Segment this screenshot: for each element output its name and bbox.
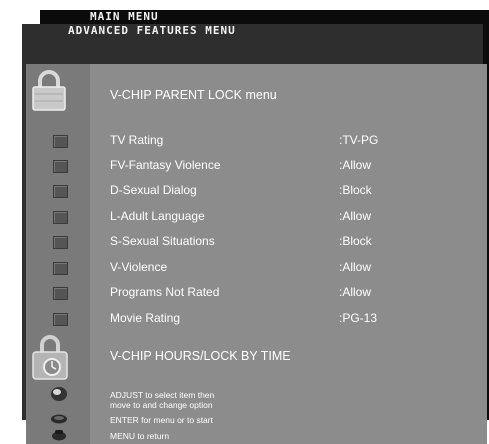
help-menu: MENU to return	[110, 431, 170, 441]
value-movie-rating[interactable]: :PG-13	[339, 311, 377, 325]
option-sexual-situations[interactable]: S-Sexual Situations	[110, 234, 215, 248]
advanced-features-title: ADVANCED FEATURES MENU	[68, 24, 236, 37]
value-tv-rating[interactable]: :TV-PG	[339, 133, 378, 147]
option-adult-language[interactable]: L-Adult Language	[110, 209, 205, 223]
help-enter: ENTER for menu or to start	[110, 415, 213, 425]
option-violence[interactable]: V-Violence	[110, 260, 167, 274]
row-bullet-icon	[53, 236, 68, 249]
option-movie-rating[interactable]: Movie Rating	[110, 311, 180, 325]
enter-button-icon	[51, 414, 67, 424]
value-sexual-situations[interactable]: :Block	[339, 234, 372, 248]
hours-lock-heading[interactable]: V-CHIP HOURS/LOCK BY TIME	[110, 349, 291, 363]
vchip-parent-lock-heading: V-CHIP PARENT LOCK menu	[110, 88, 277, 102]
value-sexual-dialog[interactable]: :Block	[339, 183, 372, 197]
row-bullet-icon	[53, 160, 68, 173]
value-programs-not-rated[interactable]: :Allow	[339, 285, 371, 299]
row-bullet-icon	[53, 262, 68, 275]
value-fantasy-violence[interactable]: :Allow	[339, 158, 371, 172]
value-adult-language[interactable]: :Allow	[339, 209, 371, 223]
row-bullet-icon	[53, 185, 68, 198]
padlock-clock-icon	[32, 335, 68, 380]
padlock-icon	[32, 70, 66, 111]
help-adjust-line1: ADJUST to select item then	[110, 390, 215, 400]
menu-button-icon	[52, 430, 66, 441]
vchip-parent-lock-panel: V-CHIP PARENT LOCK menu TV Rating :TV-PG…	[26, 64, 487, 444]
option-programs-not-rated[interactable]: Programs Not Rated	[110, 285, 219, 299]
help-adjust-line2: move to and change option	[110, 400, 213, 410]
row-bullet-icon	[53, 135, 68, 148]
option-tv-rating[interactable]: TV Rating	[110, 133, 163, 147]
main-menu-title: MAIN MENU	[90, 10, 159, 23]
row-bullet-icon	[53, 287, 68, 300]
row-bullet-icon	[53, 313, 68, 326]
advanced-features-window: ADVANCED FEATURES MENU V-CHIP PARENT LOC…	[22, 24, 487, 444]
option-sexual-dialog[interactable]: D-Sexual Dialog	[110, 183, 197, 197]
option-fantasy-violence[interactable]: FV-Fantasy Violence	[110, 158, 221, 172]
value-violence[interactable]: :Allow	[339, 260, 371, 274]
dial-icon	[51, 387, 67, 401]
row-bullet-icon	[53, 211, 68, 224]
